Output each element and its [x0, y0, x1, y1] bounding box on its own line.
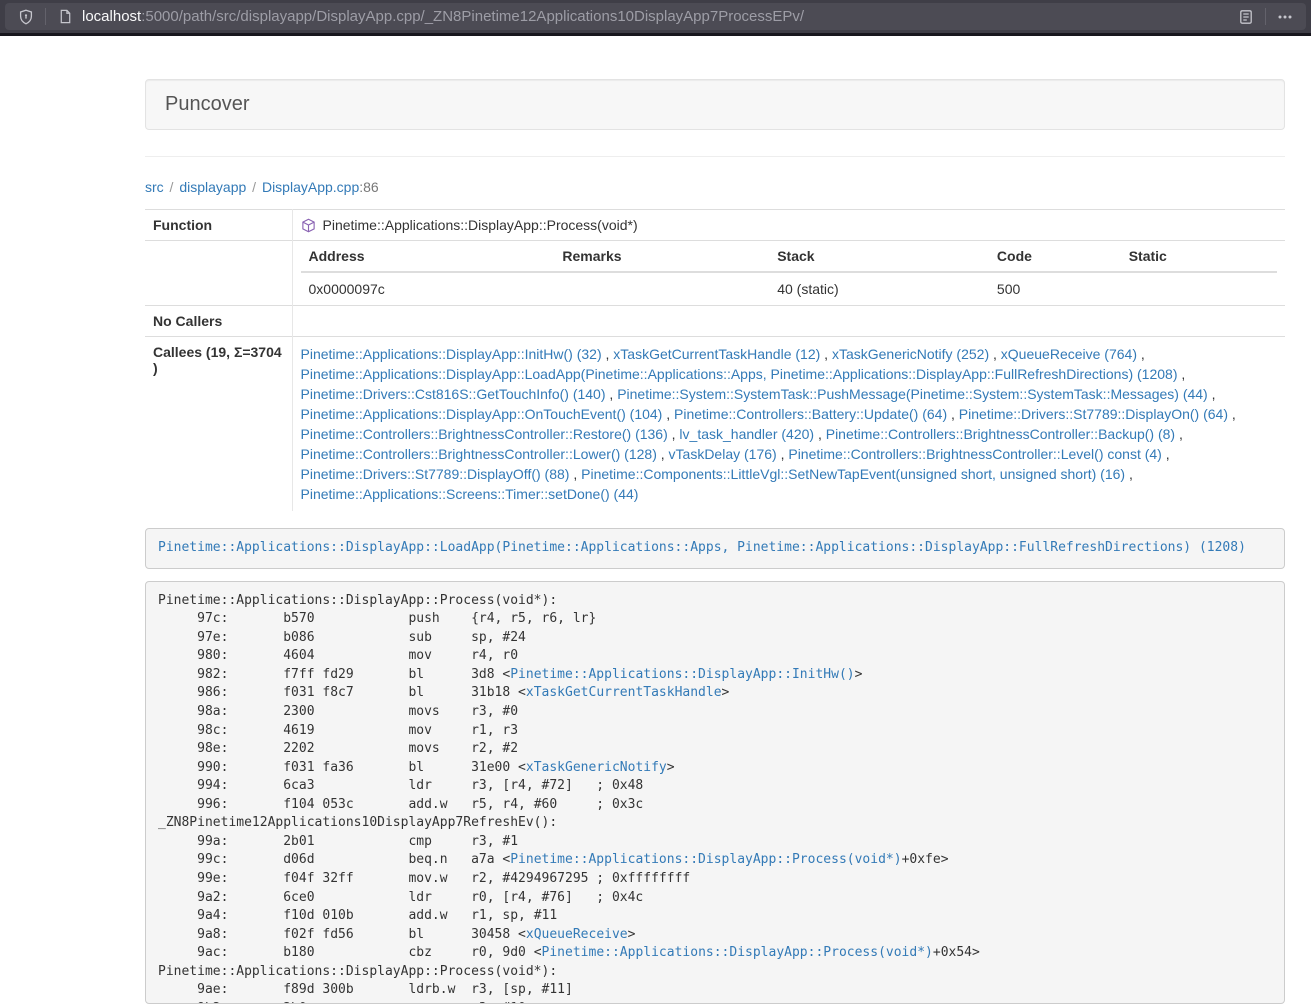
symbol-link[interactable]: Pinetime::Applications::DisplayApp::Proc… — [542, 945, 933, 960]
symbol-link[interactable]: xTaskGetCurrentTaskHandle — [526, 685, 722, 700]
cell-static — [1121, 272, 1277, 305]
page-info-icon[interactable] — [54, 6, 76, 28]
callee-link[interactable]: Pinetime::Applications::DisplayApp::Load… — [301, 366, 1178, 382]
header-divider — [145, 156, 1285, 157]
disassembly: Pinetime::Applications::DisplayApp::Proc… — [145, 581, 1285, 1004]
column-address: Address — [301, 241, 555, 272]
breadcrumb-line-number: :86 — [359, 179, 378, 195]
urlbar-divider — [45, 8, 46, 25]
column-code: Code — [989, 241, 1121, 272]
stats-label-spacer — [145, 241, 292, 306]
symbol-link[interactable]: Pinetime::Applications::DisplayApp::Proc… — [510, 852, 901, 867]
function-name: Pinetime::Applications::DisplayApp::Proc… — [323, 217, 638, 233]
callee-link[interactable]: Pinetime::Controllers::BrightnessControl… — [826, 426, 1175, 442]
column-remarks: Remarks — [554, 241, 769, 272]
function-row: Function Pinetime::Applications::Display… — [145, 210, 1285, 241]
site-header-panel: Puncover — [145, 79, 1285, 130]
breadcrumb-link[interactable]: DisplayApp.cpp — [262, 179, 359, 195]
callee-link[interactable]: lv_task_handler (420) — [679, 426, 814, 442]
highlighted-callee-link[interactable]: Pinetime::Applications::DisplayApp::Load… — [158, 540, 1246, 555]
callee-link[interactable]: Pinetime::Applications::DisplayApp::OnTo… — [301, 406, 663, 422]
page-container: Puncover src / displayapp / DisplayApp.c… — [145, 36, 1285, 1004]
no-callers-row: No Callers — [145, 306, 1285, 337]
shield-icon[interactable] — [15, 6, 37, 28]
cell-remarks — [554, 272, 769, 305]
callee-link[interactable]: Pinetime::Components::LittleVgl::SetNewT… — [581, 466, 1125, 482]
page-actions-menu-icon[interactable] — [1274, 6, 1296, 28]
cell-stack: 40 (static) — [769, 272, 989, 305]
callee-link[interactable]: xTaskGetCurrentTaskHandle (12) — [613, 346, 820, 362]
page-title: Puncover — [165, 93, 1265, 116]
callee-link[interactable]: Pinetime::Controllers::Battery::Update()… — [674, 406, 947, 422]
callees-label: Callees (19, Σ=3704 ) — [145, 337, 292, 512]
stats-table: Address Remarks Stack Code Static 0x0000… — [301, 241, 1278, 305]
breadcrumb-link[interactable]: displayapp — [179, 179, 246, 195]
url-text[interactable]: localhost:5000/path/src/displayapp/Displ… — [82, 8, 1235, 25]
callee-link[interactable]: Pinetime::Applications::DisplayApp::Init… — [301, 346, 602, 362]
symbol-link[interactable]: Pinetime::Applications::DisplayApp::Init… — [510, 667, 854, 682]
cell-code: 500 — [989, 272, 1121, 305]
callee-link[interactable]: vTaskDelay (176) — [669, 446, 777, 462]
browser-toolbar: localhost:5000/path/src/displayapp/Displ… — [0, 0, 1311, 33]
url-host: localhost — [82, 8, 141, 25]
callee-link[interactable]: Pinetime::Drivers::St7789::DisplayOn() (… — [959, 406, 1228, 422]
callee-link[interactable]: Pinetime::Controllers::BrightnessControl… — [301, 446, 657, 462]
reader-mode-icon[interactable] — [1235, 6, 1257, 28]
stats-row: Address Remarks Stack Code Static 0x0000… — [145, 241, 1285, 306]
no-callers-label: No Callers — [145, 306, 292, 337]
function-label: Function — [145, 210, 292, 241]
callee-link[interactable]: Pinetime::Drivers::Cst816S::GetTouchInfo… — [301, 386, 606, 402]
callee-link[interactable]: Pinetime::Applications::Screens::Timer::… — [301, 486, 639, 502]
column-stack: Stack — [769, 241, 989, 272]
highlighted-callee-box: Pinetime::Applications::DisplayApp::Load… — [145, 528, 1285, 569]
symbol-link[interactable]: xTaskGenericNotify — [526, 760, 667, 775]
callee-link[interactable]: xTaskGenericNotify (252) — [832, 346, 989, 362]
url-bar[interactable]: localhost:5000/path/src/displayapp/Displ… — [5, 3, 1306, 30]
callee-link[interactable]: Pinetime::Controllers::BrightnessControl… — [788, 446, 1161, 462]
callee-link[interactable]: Pinetime::Controllers::BrightnessControl… — [301, 426, 668, 442]
table-row: 0x0000097c 40 (static) 500 — [301, 272, 1278, 305]
callee-link[interactable]: xQueueReceive (764) — [1001, 346, 1137, 362]
breadcrumb-separator: / — [246, 179, 262, 195]
callee-link[interactable]: Pinetime::Drivers::St7789::DisplayOff() … — [301, 466, 570, 482]
breadcrumb-separator: / — [164, 179, 180, 195]
breadcrumb: src / displayapp / DisplayApp.cpp:86 — [145, 179, 1285, 195]
column-static: Static — [1121, 241, 1277, 272]
page-actions-divider — [1265, 8, 1266, 25]
function-cube-icon — [301, 218, 316, 233]
url-path: :5000/path/src/displayapp/DisplayApp.cpp… — [141, 8, 804, 25]
callee-link[interactable]: Pinetime::System::SystemTask::PushMessag… — [617, 386, 1208, 402]
cell-address: 0x0000097c — [301, 272, 555, 305]
function-table: Function Pinetime::Applications::Display… — [145, 209, 1285, 511]
breadcrumb-link[interactable]: src — [145, 179, 164, 195]
callees-row: Callees (19, Σ=3704 ) Pinetime::Applicat… — [145, 337, 1285, 512]
callees-list: Pinetime::Applications::DisplayApp::Init… — [292, 337, 1285, 512]
symbol-link[interactable]: xQueueReceive — [526, 927, 628, 942]
